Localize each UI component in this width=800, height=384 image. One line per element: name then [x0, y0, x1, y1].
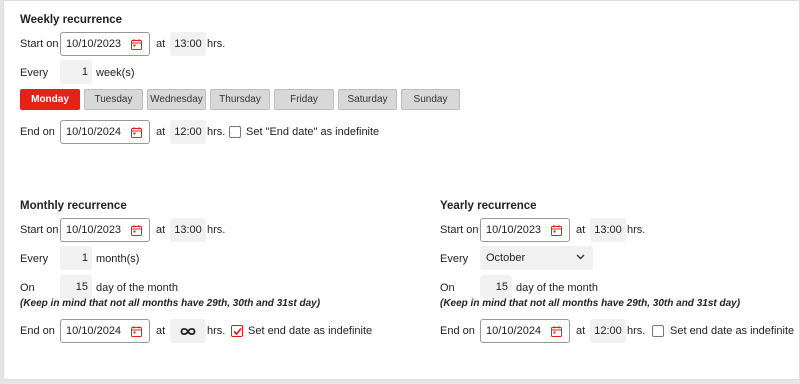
day-button-monday[interactable]: Monday	[20, 89, 80, 110]
yearly-end-time-input[interactable]: 12:00	[590, 319, 626, 343]
yearly-hrs-label: hrs.	[627, 224, 646, 236]
calendar-icon[interactable]	[551, 326, 562, 337]
yearly-month-select[interactable]: October	[480, 246, 593, 270]
yearly-indefinite-checkbox[interactable]	[652, 325, 664, 337]
monthly-start-label: Start on	[20, 224, 59, 236]
monthly-start-time-input[interactable]: 13:00	[170, 218, 206, 242]
yearly-end-hrs-label: hrs.	[627, 325, 646, 337]
yearly-start-date-value: 10/10/2023	[486, 224, 542, 236]
day-button-sunday[interactable]: Sunday	[401, 89, 460, 110]
calendar-icon[interactable]	[131, 225, 142, 236]
day-button-saturday[interactable]: Saturday	[338, 89, 397, 110]
weekly-indefinite-label: Set "End date" as indefinite	[246, 126, 380, 138]
yearly-end-date-input[interactable]: 10/10/2024	[480, 319, 570, 343]
yearly-every-label: Every	[440, 253, 469, 265]
day-button-friday[interactable]: Friday	[274, 89, 334, 110]
weekly-title: Weekly recurrence	[20, 14, 123, 26]
weekly-start-time-input[interactable]: 13:00	[170, 32, 206, 56]
calendar-icon[interactable]	[131, 326, 142, 337]
weekly-end-hrs-label: hrs.	[207, 126, 226, 138]
weekly-end-time-input[interactable]: 12:00	[170, 120, 206, 144]
weekly-end-date-value: 10/10/2024	[66, 126, 122, 138]
monthly-end-time-input[interactable]	[170, 319, 206, 343]
monthly-end-date-input[interactable]: 10/10/2024	[60, 319, 150, 343]
monthly-every-input[interactable]: 1	[60, 246, 92, 270]
checkmark-icon	[233, 327, 242, 336]
monthly-indefinite-label: Set end date as indefinite	[248, 325, 373, 337]
monthly-every-label: Every	[20, 253, 49, 265]
weekly-end-date-input[interactable]: 10/10/2024	[60, 120, 150, 144]
yearly-start-time-input[interactable]: 13:00	[590, 218, 626, 242]
weekly-indefinite-checkbox[interactable]	[229, 126, 241, 138]
yearly-at-label: at	[576, 224, 586, 236]
monthly-end-at-label: at	[156, 325, 166, 337]
monthly-end-hrs-label: hrs.	[207, 325, 226, 337]
monthly-at-label: at	[156, 224, 166, 236]
day-button-tuesday[interactable]: Tuesday	[84, 89, 143, 110]
weekly-hrs-label: hrs.	[207, 38, 226, 50]
weekly-start-date-input[interactable]: 10/10/2023	[60, 32, 150, 56]
weekly-end-label: End on	[20, 126, 55, 138]
monthly-every-unit: month(s)	[96, 253, 140, 265]
monthly-hrs-label: hrs.	[207, 224, 226, 236]
weekly-at-label: at	[156, 38, 166, 50]
weekly-every-unit: week(s)	[96, 67, 135, 79]
yearly-on-label: On	[440, 282, 455, 294]
weekly-start-label: Start on	[20, 38, 59, 50]
yearly-on-input[interactable]: 15	[480, 275, 512, 299]
yearly-note: (Keep in mind that not all months have 2…	[440, 298, 741, 309]
yearly-title: Yearly recurrence	[440, 200, 537, 212]
infinity-icon	[180, 327, 196, 335]
yearly-on-unit: day of the month	[516, 282, 598, 294]
yearly-end-at-label: at	[576, 325, 586, 337]
monthly-on-label: On	[20, 282, 35, 294]
monthly-note: (Keep in mind that not all months have 2…	[20, 298, 321, 309]
monthly-indefinite-checkbox[interactable]	[231, 325, 243, 337]
weekly-every-input[interactable]: 1	[60, 60, 92, 84]
calendar-icon[interactable]	[551, 225, 562, 236]
monthly-end-date-value: 10/10/2024	[66, 325, 122, 337]
weekly-every-label: Every	[20, 67, 49, 79]
yearly-start-label: Start on	[440, 224, 479, 236]
day-button-wednesday[interactable]: Wednesday	[147, 89, 206, 110]
monthly-on-input[interactable]: 15	[60, 275, 92, 299]
chevron-down-icon	[576, 254, 585, 260]
calendar-icon[interactable]	[131, 127, 142, 138]
monthly-start-date-value: 10/10/2023	[66, 224, 122, 236]
yearly-end-label: End on	[440, 325, 475, 337]
weekly-end-at-label: at	[156, 126, 166, 138]
calendar-icon[interactable]	[131, 39, 142, 50]
monthly-title: Monthly recurrence	[20, 200, 127, 212]
monthly-on-unit: day of the month	[96, 282, 178, 294]
yearly-month-value: October	[486, 252, 526, 264]
yearly-indefinite-label: Set end date as indefinite	[670, 325, 795, 337]
day-button-thursday[interactable]: Thursday	[210, 89, 270, 110]
monthly-start-date-input[interactable]: 10/10/2023	[60, 218, 150, 242]
yearly-end-date-value: 10/10/2024	[486, 325, 542, 337]
monthly-end-label: End on	[20, 325, 55, 337]
weekly-start-date-value: 10/10/2023	[66, 38, 122, 50]
yearly-start-date-input[interactable]: 10/10/2023	[480, 218, 570, 242]
